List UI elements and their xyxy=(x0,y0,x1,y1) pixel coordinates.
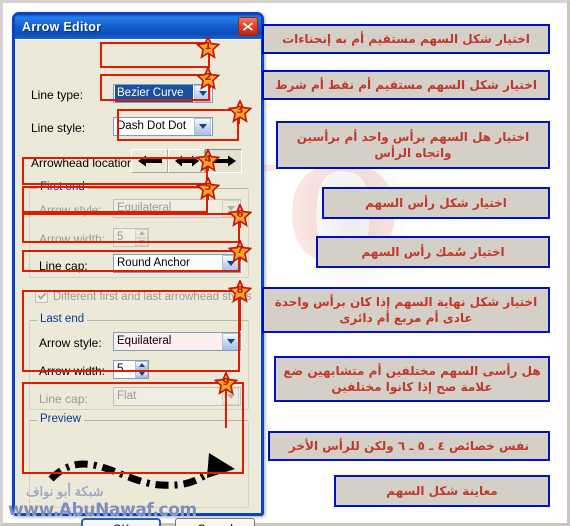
annotation-note-6: اختيار شكل نهاية السهم إذا كان برأس واحد… xyxy=(262,287,550,333)
star-badge-number: 7 xyxy=(236,245,244,256)
stepper-buttons[interactable] xyxy=(135,361,148,378)
first-end-arrow-width-label: Arrow width: xyxy=(39,232,106,246)
stepper-up-icon[interactable] xyxy=(135,361,148,370)
star-badge-2: 2 xyxy=(195,65,221,90)
star-badge-number: 2 xyxy=(204,72,212,83)
checkbox-checked-icon[interactable] xyxy=(35,290,48,303)
star-badge-6: 6 xyxy=(227,202,253,227)
first-end-line-cap-label: Line cap: xyxy=(39,259,88,273)
dialog-titlebar[interactable]: Arrow Editor xyxy=(15,15,261,39)
line-type-label: Line type: xyxy=(31,88,84,102)
last-end-title: Last end xyxy=(37,313,88,325)
star-badge-number: 4 xyxy=(204,154,212,165)
page-frame: NO Arrow Editor Line type: Bezier Curve … xyxy=(0,0,570,526)
dialog-title: Arrow Editor xyxy=(22,20,102,34)
last-end-arrow-width-value: 5 xyxy=(117,363,124,375)
star-badge-3: 3 xyxy=(227,98,253,123)
last-end-arrow-style-label: Arrow style: xyxy=(39,336,102,350)
line-style-combo[interactable]: Dash Dot Dot xyxy=(113,117,213,136)
dialog-body: Line type: Bezier Curve Line style: Dash… xyxy=(15,39,261,526)
first-end-line-cap-combo[interactable]: Round Anchor xyxy=(113,254,241,273)
ok-button[interactable]: OK xyxy=(81,518,161,526)
annotation-note-1: اختيار شكل السهم مستقيم أم به إنحناءات xyxy=(262,24,550,54)
first-end-arrow-style-combo: Equilateral xyxy=(113,199,241,218)
arrowhead-location-toolbar xyxy=(131,149,242,173)
arrow-editor-dialog: Arrow Editor Line type: Bezier Curve Lin… xyxy=(12,12,264,526)
line-style-value: Dash Dot Dot xyxy=(117,120,187,132)
annotation-note-3: اختيار هل السهم برأس واحد أم برأسين واتج… xyxy=(276,121,550,169)
line-type-value: Bezier Curve xyxy=(115,85,193,102)
star-badge-number: 5 xyxy=(204,182,212,193)
stepper-down-icon xyxy=(135,237,148,246)
arrow-left-icon[interactable] xyxy=(131,149,168,173)
chevron-down-icon[interactable] xyxy=(222,333,239,350)
arrowhead-location-label: Arrowhead location: xyxy=(31,156,138,170)
last-end-arrow-style-combo[interactable]: Equilateral xyxy=(113,332,241,351)
star-badge-4: 4 xyxy=(195,147,221,172)
first-end-line-cap-value: Round Anchor xyxy=(117,257,190,269)
line-style-label: Line style: xyxy=(31,121,86,135)
last-end-arrow-style-value: Equilateral xyxy=(117,335,172,347)
first-end-arrow-style-label: Arrow style: xyxy=(39,203,102,217)
preview-canvas xyxy=(41,433,239,505)
star-badge-number: 9 xyxy=(222,377,230,388)
last-end-line-cap-label: Line cap: xyxy=(39,392,88,406)
star-badge-number: 8 xyxy=(236,285,244,296)
close-icon[interactable] xyxy=(238,17,258,36)
different-styles-label: Different first and last arrowhead style… xyxy=(53,290,252,303)
annotation-note-4: اختيار شكل رأس السهم xyxy=(322,187,550,219)
cancel-button[interactable]: Cancel xyxy=(175,518,255,526)
star-badge-number: 3 xyxy=(236,105,244,116)
different-styles-checkbox-row[interactable]: Different first and last arrowhead style… xyxy=(35,290,252,303)
star-badge-7: 7 xyxy=(227,238,253,263)
annotation-note-8: نفس خصائص ٤ ـ ٥ ـ ٦ ولكن للرأس الأخر xyxy=(268,431,550,461)
first-end-title: First end xyxy=(37,181,88,193)
star-badge-number: 6 xyxy=(236,209,244,220)
star-badge-8: 8 xyxy=(227,278,253,303)
annotation-note-9: معاينة شكل السهم xyxy=(334,475,550,507)
star-badge-number: 1 xyxy=(204,41,212,52)
preview-title: Preview xyxy=(37,413,84,425)
last-end-line-cap-value: Flat xyxy=(117,390,137,402)
last-end-arrow-width-label: Arrow width: xyxy=(39,364,106,378)
first-end-arrow-width-value: 5 xyxy=(117,231,124,243)
star-badge-9: 9 xyxy=(213,370,239,395)
stepper-buttons xyxy=(135,229,148,246)
star-badge-5: 5 xyxy=(195,175,221,200)
page-inner: NO Arrow Editor Line type: Bezier Curve … xyxy=(3,3,567,526)
star-badge-1: 1 xyxy=(195,34,221,59)
annotation-note-5: اختيار سُمك رأس السهم xyxy=(316,236,550,268)
annotation-note-2: اختيار شكل السهم مستقيم أم نقط أم شرط xyxy=(262,70,550,100)
stepper-down-icon[interactable] xyxy=(135,369,148,378)
first-end-arrow-width-stepper: 5 xyxy=(113,228,149,247)
annotation-note-7: هل رأسى السهم مختلفين أم متشابهين ضع علا… xyxy=(274,356,550,402)
stepper-up-icon xyxy=(135,229,148,238)
chevron-down-icon[interactable] xyxy=(194,118,211,135)
last-end-arrow-width-stepper[interactable]: 5 xyxy=(113,360,149,379)
first-end-arrow-style-value: Equilateral xyxy=(117,202,172,214)
